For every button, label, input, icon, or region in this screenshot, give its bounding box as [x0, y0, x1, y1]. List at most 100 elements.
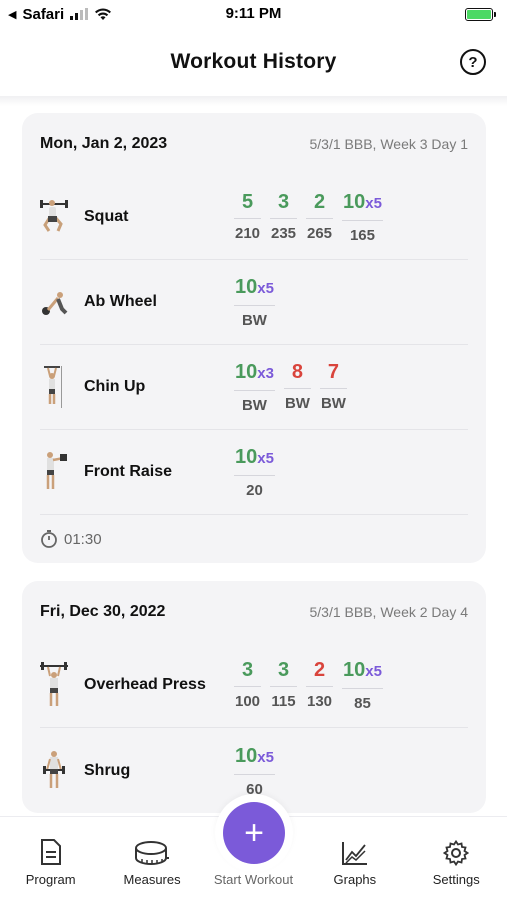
set-weight: 130: [306, 693, 333, 710]
exercise-row[interactable]: Squat 5 210 3 235 2 265 10x5 165: [40, 175, 468, 260]
status-time: 9:11 PM: [225, 5, 282, 22]
set: 10x3 BW: [234, 360, 275, 414]
nav-program-label: Program: [25, 872, 76, 887]
nav-start-workout-label: Start Workout: [213, 872, 294, 887]
set-list: 3 100 3 115 2 130 10x5 85: [234, 658, 383, 712]
nav-graphs[interactable]: Graphs: [310, 840, 400, 887]
set-weight: 265: [306, 225, 333, 242]
set-reps: 10x3: [234, 360, 275, 391]
set-list: 10x5 20: [234, 445, 275, 499]
page-title: Workout History: [170, 50, 337, 73]
exercise-row[interactable]: Ab Wheel 10x5 BW: [40, 260, 468, 345]
set-reps: 5: [234, 190, 261, 219]
reps-value: 3: [277, 191, 290, 213]
reps-value: 10: [235, 744, 258, 767]
exercise-name: Overhead Press: [84, 676, 206, 693]
set: 5 210: [234, 190, 261, 244]
battery-icon: [465, 7, 496, 21]
set: 3 100: [234, 658, 261, 712]
set-list: 10x5 60: [234, 744, 275, 798]
reps-value: 10: [235, 276, 258, 298]
reps-value: 10: [343, 191, 366, 213]
set: 7 BW: [319, 360, 347, 414]
workout-duration: 01:30: [40, 515, 468, 563]
start-workout-fab-ring: +: [215, 794, 293, 872]
reps-value: 2: [313, 659, 326, 681]
set-reps: 8: [283, 360, 311, 389]
set-reps: 3: [270, 190, 297, 219]
set-weight: 210: [234, 225, 261, 242]
set-weight: 100: [234, 693, 261, 710]
stopwatch-icon: [41, 530, 57, 548]
exercise-name: Front Raise: [84, 463, 173, 480]
set-reps: 10x5: [342, 658, 383, 689]
nav-settings[interactable]: Settings: [411, 840, 501, 887]
set-weight: 165: [349, 227, 375, 244]
reps-value: 10: [235, 446, 258, 468]
document-icon: [40, 839, 61, 865]
set-reps: 3: [234, 658, 261, 687]
line-chart-icon: [341, 842, 367, 865]
nav-measures[interactable]: Measures: [107, 840, 197, 887]
set: 3 235: [270, 190, 297, 244]
set-multiplier: x5: [257, 748, 274, 766]
workout-date: Mon, Jan 2, 2023: [40, 135, 168, 152]
shrug-icon: [40, 745, 68, 797]
reps-value: 10: [235, 361, 258, 383]
set-multiplier: x5: [365, 663, 382, 680]
set-reps: 10x5: [342, 190, 383, 221]
set-reps: 10x5: [234, 445, 275, 476]
reps-value: 3: [277, 659, 290, 681]
workout-card[interactable]: Mon, Jan 2, 2023 5/3/1 BBB, Week 3 Day 1…: [22, 113, 486, 563]
header: Workout History ?: [0, 28, 507, 96]
reps-value: 2: [313, 191, 326, 213]
reps-value: 7: [327, 361, 339, 383]
exercise-name: Ab Wheel: [84, 293, 157, 310]
chin-up-icon: [40, 361, 68, 413]
set-weight: BW: [284, 395, 310, 412]
set: 10x5 20: [234, 445, 275, 499]
squat-icon: [40, 191, 68, 243]
ab-wheel-icon: [40, 276, 68, 328]
nav-program[interactable]: Program: [6, 838, 96, 887]
start-workout-button[interactable]: +: [223, 802, 285, 864]
front-raise-icon: [40, 446, 68, 498]
workout-card-header: Fri, Dec 30, 2022 5/3/1 BBB, Week 2 Day …: [40, 581, 468, 643]
set: 10x5 60: [234, 744, 275, 798]
set: 8 BW: [283, 360, 311, 414]
workout-card[interactable]: Fri, Dec 30, 2022 5/3/1 BBB, Week 2 Day …: [22, 581, 486, 813]
set-weight: 85: [354, 695, 371, 712]
gear-icon: [443, 840, 470, 866]
exercise-row[interactable]: Front Raise 10x5 20: [40, 430, 468, 515]
set-reps: 2: [306, 190, 333, 219]
set-weight: BW: [320, 395, 346, 412]
set: 10x5 85: [342, 658, 383, 712]
set-weight: 20: [246, 482, 263, 499]
set: 2 265: [306, 190, 333, 244]
set-weight: 115: [271, 693, 296, 710]
status-bar: ◀ Safari 9:11 PM: [0, 0, 507, 28]
nav-measures-label: Measures: [123, 872, 181, 887]
set: 3 115: [270, 658, 297, 712]
set-multiplier: x5: [365, 195, 382, 212]
reps-value: 10: [343, 659, 366, 681]
set-reps: 7: [319, 360, 347, 389]
exercise-row[interactable]: Overhead Press 3 100 3 115 2 130 10x5 85: [40, 643, 468, 728]
set: 10x5 165: [342, 190, 383, 244]
reps-value: 3: [241, 659, 254, 681]
set-list: 5 210 3 235 2 265 10x5 165: [234, 190, 383, 244]
set-weight: BW: [241, 397, 267, 414]
set: 10x5 BW: [234, 275, 275, 329]
exercise-name: Chin Up: [84, 378, 146, 395]
set: 2 130: [306, 658, 333, 712]
exercise-row[interactable]: Chin Up 10x3 BW 8 BW 7 BW: [40, 345, 468, 430]
set-reps: 3: [270, 658, 297, 687]
nav-graphs-label: Graphs: [333, 872, 377, 887]
workout-history-list: Mon, Jan 2, 2023 5/3/1 BBB, Week 3 Day 1…: [22, 113, 486, 831]
workout-program: 5/3/1 BBB, Week 2 Day 4: [309, 604, 469, 620]
workout-card-header: Mon, Jan 2, 2023 5/3/1 BBB, Week 3 Day 1: [40, 113, 468, 175]
set-reps: 2: [306, 658, 333, 687]
workout-program: 5/3/1 BBB, Week 3 Day 1: [309, 136, 469, 152]
help-button[interactable]: ?: [460, 49, 486, 75]
set-weight: BW: [241, 312, 267, 329]
